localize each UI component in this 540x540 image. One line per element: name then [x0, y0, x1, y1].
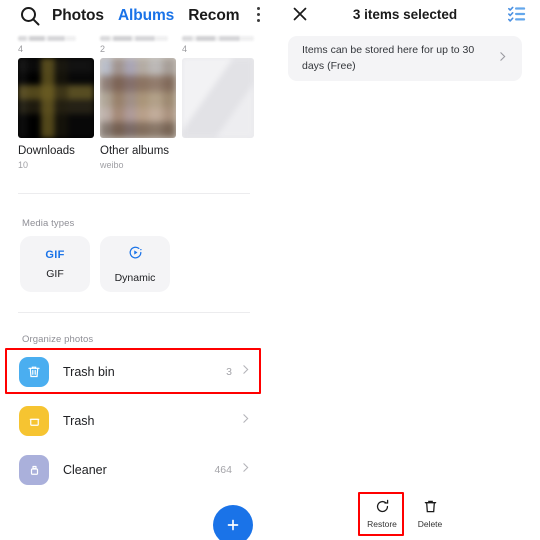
section-divider [18, 312, 250, 313]
media-type-chip-gif[interactable]: GIF GIF [20, 236, 90, 292]
trash-box-icon [19, 406, 49, 436]
storage-info-text: Items can be stored here for up to 30 da… [302, 44, 475, 72]
tab-recommendations[interactable]: Recom [188, 7, 239, 25]
album-card-partial[interactable] [182, 58, 254, 138]
storage-info-banner[interactable]: Items can be stored here for up to 30 da… [288, 36, 522, 81]
screen-root: Photos Albums Recom 4 2 4 Downloads 10 O… [0, 0, 540, 540]
album-thumbnail [18, 58, 94, 138]
select-all-icon[interactable] [507, 4, 527, 24]
album-name: Other albums [100, 145, 170, 157]
list-item-count: 464 [214, 464, 232, 476]
restore-label: Restore [367, 519, 397, 529]
section-label-media-types: Media types [22, 218, 75, 229]
list-item-label: Trash bin [63, 365, 115, 379]
list-item-cleaner[interactable]: Cleaner 464 [0, 445, 270, 495]
album-grid-row: Downloads 10 Other albums weibo [0, 58, 270, 170]
album-subtitle: weibo [100, 160, 124, 170]
create-album-fab[interactable] [213, 505, 253, 540]
section-divider [18, 193, 250, 194]
album-count: 2 [100, 44, 106, 54]
kebab-menu-icon[interactable] [256, 7, 260, 22]
album-count: 4 [18, 44, 24, 54]
gif-icon: GIF [45, 248, 65, 261]
list-item-count: 3 [226, 366, 232, 378]
delete-button[interactable]: Delete [406, 498, 454, 529]
album-count: 4 [182, 44, 188, 54]
tab-photos[interactable]: Photos [52, 7, 104, 25]
dynamic-play-icon [128, 245, 143, 265]
album-subtitle: 10 [18, 160, 29, 170]
list-item-label: Cleaner [63, 463, 107, 477]
search-icon[interactable] [18, 4, 42, 28]
list-item-label: Trash [63, 414, 95, 428]
delete-label: Delete [417, 519, 443, 529]
cleaner-brush-icon [19, 455, 49, 485]
gallery-albums-panel: Photos Albums Recom 4 2 4 Downloads 10 O… [0, 0, 270, 540]
top-tab-bar: Photos Albums Recom [0, 0, 270, 32]
album-name: Downloads [18, 145, 75, 157]
album-card-other-albums[interactable]: Other albums weibo [100, 58, 176, 170]
chip-label: Dynamic [114, 271, 156, 284]
selection-action-bar: Restore Delete [270, 488, 540, 540]
selection-header: 3 items selected [270, 0, 540, 30]
album-thumbnail [100, 58, 176, 138]
trash-icon [424, 500, 436, 513]
chevron-right-icon [239, 412, 252, 430]
plus-icon [227, 519, 239, 531]
album-title-blurred [100, 36, 168, 41]
album-card-downloads[interactable]: Downloads 10 [18, 58, 94, 170]
chip-label: GIF [46, 267, 64, 280]
trash-bin-selection-panel: 3 items selected Items can be stored her… [270, 0, 540, 540]
album-title-blurred [182, 36, 254, 41]
chevron-right-icon [239, 363, 252, 381]
restore-icon [376, 499, 388, 513]
trash-can-icon [19, 357, 49, 387]
media-type-chip-dynamic[interactable]: Dynamic [100, 236, 170, 292]
chevron-right-icon [496, 50, 509, 68]
selection-title: 3 items selected [352, 6, 458, 22]
tab-albums[interactable]: Albums [118, 7, 174, 25]
scrolled-album-row-partial: 4 2 4 [0, 32, 270, 58]
chevron-right-icon [239, 461, 252, 479]
album-thumbnail [182, 58, 254, 138]
section-label-organize-photos: Organize photos [22, 334, 94, 345]
list-item-trash[interactable]: Trash [0, 396, 270, 446]
album-title-blurred [18, 36, 76, 41]
restore-button[interactable]: Restore [358, 498, 406, 529]
list-item-trash-bin[interactable]: Trash bin 3 [0, 347, 270, 397]
